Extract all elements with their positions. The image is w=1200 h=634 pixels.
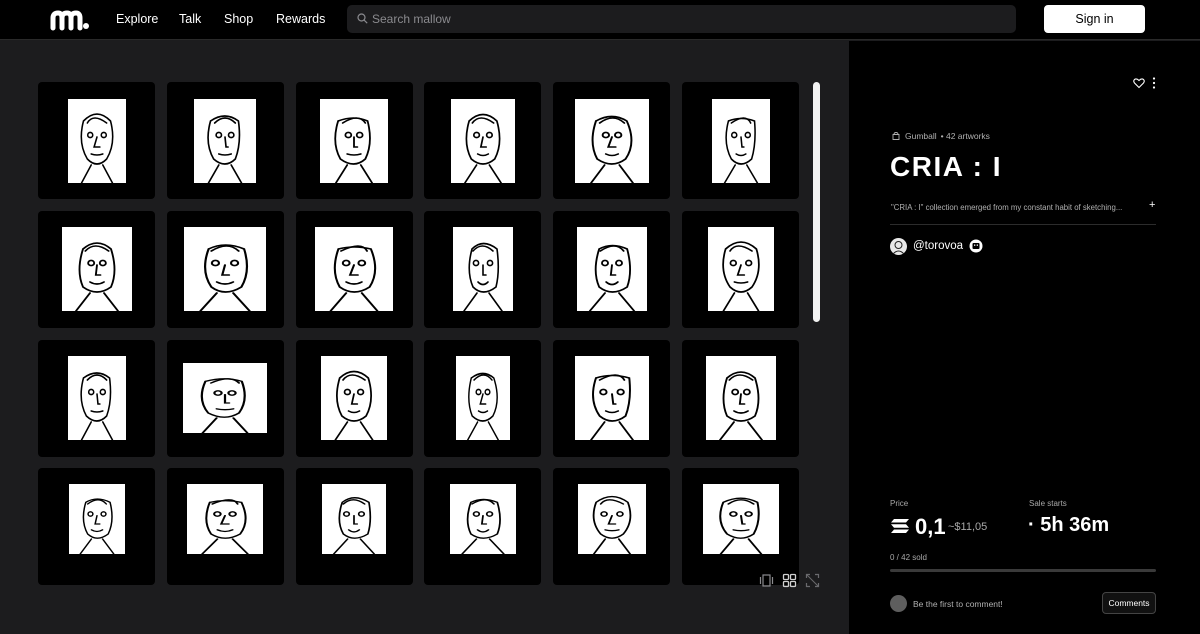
- artwork-thumbnail: [184, 227, 267, 312]
- collection-title: CRIA : I: [890, 151, 1003, 182]
- artwork-thumbnail: [574, 356, 649, 441]
- artwork-tile[interactable]: [682, 82, 799, 199]
- artwork-thumbnail: [449, 484, 516, 555]
- search-bar[interactable]: [347, 5, 1016, 33]
- artwork-thumbnail: [452, 227, 513, 312]
- price-usd: ~$11,05: [948, 521, 988, 533]
- artwork-tile[interactable]: [38, 468, 155, 586]
- artwork-thumbnail: [67, 356, 126, 441]
- artwork-tile[interactable]: [166, 210, 284, 328]
- artwork-tile[interactable]: [553, 468, 671, 586]
- artwork-gallery: [0, 41, 849, 634]
- artwork-thumbnail: [67, 98, 126, 183]
- artwork-thumbnail: [450, 98, 515, 183]
- artwork-tile[interactable]: [424, 210, 542, 328]
- artwork-tile[interactable]: [553, 210, 671, 328]
- artwork-tile[interactable]: [295, 82, 413, 199]
- artwork-thumbnail: [68, 484, 125, 555]
- sign-in-button[interactable]: Sign in: [1044, 5, 1145, 33]
- artwork-thumbnail: [577, 484, 646, 555]
- creator-handle[interactable]: @torovoa: [913, 240, 963, 252]
- nav-talk[interactable]: Talk: [179, 12, 201, 26]
- comments-button[interactable]: Comments: [1102, 592, 1156, 614]
- gumball-icon: [892, 132, 900, 140]
- creator-avatar[interactable]: [890, 238, 907, 255]
- artwork-thumbnail: [576, 227, 647, 312]
- artwork-tile[interactable]: [682, 468, 799, 586]
- sale-starts-label: Sale starts: [1029, 499, 1067, 508]
- carousel-view-icon[interactable]: [759, 573, 774, 588]
- artwork-tile[interactable]: [682, 339, 799, 457]
- artwork-tile[interactable]: [295, 339, 413, 457]
- artwork-count: • 42 artworks: [940, 131, 990, 141]
- sale-countdown: · 5h 36m: [1028, 514, 1110, 536]
- price-label: Price: [890, 499, 909, 508]
- artwork-thumbnail: [574, 98, 649, 183]
- artwork-tile[interactable]: [295, 210, 413, 328]
- collection-description: "CRIA : I" collection emerged from my co…: [891, 203, 1123, 212]
- fullscreen-icon[interactable]: [805, 573, 820, 588]
- top-navigation-bar: Explore Talk Shop Rewards Sign in: [0, 0, 1200, 40]
- price-value: 0,1: [915, 514, 946, 539]
- artwork-tile[interactable]: [38, 339, 155, 457]
- artwork-tile[interactable]: [38, 82, 155, 199]
- gallery-scrollbar[interactable]: [813, 82, 820, 322]
- artwork-thumbnail: [321, 356, 388, 441]
- artwork-tile[interactable]: [295, 468, 413, 586]
- collection-detail-panel: Gumball • 42 artworks CRIA : I "CRIA : I…: [849, 41, 1200, 634]
- mallow-logo-icon[interactable]: [50, 9, 90, 31]
- more-options-icon[interactable]: [1150, 76, 1158, 90]
- sold-progress-bar: [890, 569, 1156, 572]
- grid-view-icon[interactable]: [782, 573, 797, 588]
- comment-prompt[interactable]: Be the first to comment!: [913, 599, 1003, 609]
- artwork-thumbnail: [322, 484, 387, 555]
- artwork-grid: [38, 82, 803, 586]
- nav-shop[interactable]: Shop: [224, 12, 253, 26]
- artwork-tile[interactable]: [553, 339, 671, 457]
- artwork-tile[interactable]: [682, 210, 799, 328]
- artwork-tile[interactable]: [38, 210, 155, 328]
- user-avatar: [890, 595, 907, 612]
- search-icon: [357, 13, 368, 24]
- artwork-thumbnail: [194, 98, 257, 183]
- artwork-thumbnail: [183, 363, 268, 434]
- divider: [890, 224, 1156, 225]
- artwork-thumbnail: [315, 227, 394, 312]
- heart-icon[interactable]: [1133, 77, 1145, 89]
- artwork-tile[interactable]: [424, 82, 542, 199]
- collection-meta: Gumball • 42 artworks: [891, 131, 990, 141]
- artwork-tile[interactable]: [424, 468, 542, 586]
- artwork-tile[interactable]: [424, 339, 542, 457]
- expand-description-button[interactable]: +: [1149, 199, 1155, 211]
- artwork-thumbnail: [702, 484, 779, 555]
- artwork-tile[interactable]: [166, 82, 284, 199]
- artwork-thumbnail: [320, 98, 389, 183]
- platform-name[interactable]: Gumball: [905, 131, 937, 141]
- artwork-thumbnail: [707, 227, 774, 312]
- nav-rewards[interactable]: Rewards: [276, 12, 325, 26]
- search-input[interactable]: [372, 5, 992, 33]
- sold-count: 0 / 42 sold: [890, 553, 927, 562]
- artwork-tile[interactable]: [553, 82, 671, 199]
- creator-badge-icon[interactable]: [969, 239, 983, 253]
- artwork-tile[interactable]: [166, 468, 284, 586]
- artwork-thumbnail: [61, 227, 132, 312]
- solana-icon: [891, 519, 909, 533]
- artwork-thumbnail: [187, 484, 264, 555]
- artwork-tile[interactable]: [166, 339, 284, 457]
- artwork-thumbnail: [711, 98, 770, 183]
- artwork-thumbnail: [705, 356, 776, 441]
- artwork-thumbnail: [455, 356, 510, 441]
- nav-explore[interactable]: Explore: [116, 12, 158, 26]
